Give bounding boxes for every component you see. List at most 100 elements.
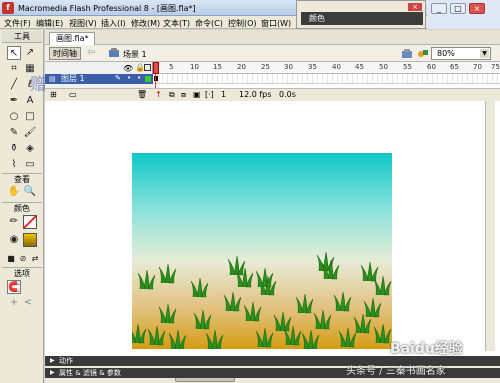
rectangle-tool-icon[interactable]: □ — [23, 110, 37, 124]
menu-modify[interactable]: 修改(M) — [131, 18, 160, 29]
onion-skin-icon[interactable]: ⧉ — [169, 90, 175, 100]
grass-tuft — [158, 263, 177, 284]
tab-drawing-fla[interactable]: 画图.fla* — [49, 32, 96, 45]
menu-view[interactable]: 视图(V) — [69, 18, 97, 29]
lock-dot-icon[interactable]: • — [137, 74, 141, 82]
properties-panel-title: 属性 & 滤镜 & 参数 — [59, 369, 121, 377]
timeline-toggle-button[interactable]: 时间轴 — [49, 47, 81, 60]
timeline-panel: 👁 🔒 ▤ 图层 1 ✎ • • 5 10 15 20 25 30 35 40 … — [45, 62, 500, 100]
zoom-tool-icon[interactable]: 🔍 — [23, 185, 37, 199]
document-area: 画图.fla* 时间轴 ⇦ 场景 1 80% ▼ 👁 🔒 ▤ 图层 1 ✎ • … — [45, 30, 500, 383]
tick-label: 60 — [427, 63, 436, 71]
frame-rate: 12.0 fps — [239, 90, 272, 99]
straighten-icon[interactable]: < — [21, 296, 35, 310]
stroke-color-icon[interactable]: ✏ — [7, 215, 21, 229]
center-frame-icon[interactable]: ↑ — [155, 90, 162, 99]
back-arrow-icon[interactable]: ⇦ — [87, 47, 95, 58]
vertical-scrollbar[interactable] — [485, 101, 495, 351]
menu-window[interactable]: 窗口(W) — [261, 18, 291, 29]
pencil-tool-icon[interactable]: ✎ — [7, 126, 21, 140]
paint-bucket-tool-icon[interactable]: ◈ — [23, 142, 37, 156]
colors-section-label: 颜色 — [2, 202, 42, 213]
actions-panel-title: 动作 — [59, 357, 73, 365]
color-panel: × 颜色 — [296, 0, 426, 29]
ink-bottle-tool-icon[interactable]: ⚱ — [7, 142, 21, 156]
fill-color-icon[interactable]: ◉ — [7, 233, 21, 247]
expand-arrow-icon: ▶ — [50, 369, 55, 376]
menu-text[interactable]: 文本(T) — [163, 18, 190, 29]
free-transform-tool-icon[interactable]: ⌗ — [7, 62, 21, 76]
document-tab-bar: 画图.fla* — [45, 30, 500, 45]
text-tool-icon[interactable]: A — [23, 94, 37, 108]
grass-tuft — [273, 311, 292, 332]
maximize-button[interactable]: □ — [450, 3, 466, 14]
menu-edit[interactable]: 编辑(E) — [36, 18, 63, 29]
line-tool-icon[interactable]: ╱ — [7, 78, 21, 92]
snap-to-objects-icon[interactable]: 🧲 — [7, 280, 21, 294]
onion-outline-icon[interactable]: ⧈ — [181, 90, 186, 100]
zoom-select[interactable]: 80% ▼ — [431, 47, 491, 60]
layer-row[interactable]: ▤ 图层 1 ✎ • • — [45, 74, 153, 84]
color-panel-close-button[interactable]: × — [408, 3, 422, 11]
fill-color-swatch[interactable] — [23, 233, 37, 247]
oval-tool-icon[interactable]: ○ — [7, 110, 21, 124]
selection-tool-icon[interactable]: ↖ — [7, 46, 21, 60]
eraser-tool-icon[interactable]: ▭ — [23, 158, 37, 172]
menu-control[interactable]: 控制(O) — [228, 18, 257, 29]
outline-icon[interactable] — [144, 64, 151, 71]
menu-insert[interactable]: 插入(I) — [101, 18, 126, 29]
visibility-dot-icon[interactable]: • — [127, 74, 131, 82]
add-layer-icon[interactable]: ⊞ — [50, 90, 57, 99]
layer-icon: ▤ — [49, 75, 56, 83]
frames-row[interactable] — [153, 74, 500, 84]
grass-tuft — [360, 261, 379, 282]
swap-colors-icon[interactable]: ⇄ — [28, 252, 42, 266]
edit-bar: 时间轴 ⇦ 场景 1 80% ▼ — [45, 45, 500, 62]
menu-commands[interactable]: 命令(C) — [195, 18, 223, 29]
tick-label: 50 — [379, 63, 388, 71]
stage-area — [45, 101, 500, 357]
grass-tuft — [373, 275, 392, 296]
pencil-icon: ✎ — [115, 74, 121, 82]
grass-tuft — [333, 291, 352, 312]
color-panel-header[interactable]: 颜色 — [301, 12, 423, 25]
grass-tuft — [147, 325, 166, 346]
delete-layer-icon[interactable]: 🗑 — [137, 90, 147, 99]
eye-icon[interactable]: 👁 — [123, 64, 133, 73]
grass-tuft — [255, 327, 274, 348]
hand-tool-icon[interactable]: ✋ — [7, 185, 21, 199]
flash-app-icon: f — [2, 2, 14, 14]
chevron-down-icon: ▼ — [480, 49, 489, 58]
pen-tool-icon[interactable]: ✒ — [7, 94, 21, 108]
tick-label: 35 — [308, 63, 317, 71]
tick-label: 10 — [190, 63, 199, 71]
grass-tuft — [158, 303, 177, 324]
color-panel-title: 颜色 — [309, 14, 325, 23]
edit-multiple-frames-icon[interactable]: ▣ — [193, 90, 201, 99]
subselection-tool-icon[interactable]: ↗ — [23, 46, 37, 60]
close-button[interactable]: × — [469, 3, 485, 14]
minimize-button[interactable]: _ — [431, 3, 447, 14]
menu-file[interactable]: 文件(F) — [4, 18, 31, 29]
grass-tuft — [313, 309, 332, 330]
author-watermark: 头条号 / 三秦书画名家 — [346, 366, 446, 377]
grass-tuft — [193, 309, 212, 330]
brush-tool-icon[interactable]: 🖌 — [23, 126, 37, 140]
grass-tuft — [295, 293, 314, 314]
timeline-ruler[interactable]: 5 10 15 20 25 30 35 40 45 50 55 60 65 70… — [153, 62, 500, 74]
grass-tuft — [363, 297, 382, 318]
grass-tuft — [301, 329, 320, 349]
edit-scene-icon[interactable] — [401, 48, 413, 59]
smooth-icon[interactable]: + — [7, 296, 21, 310]
edit-symbol-icon[interactable] — [417, 48, 429, 59]
scene-label: 场景 1 — [123, 50, 147, 59]
eyedropper-tool-icon[interactable]: ⌇ — [7, 158, 21, 172]
stage-canvas[interactable] — [132, 153, 392, 349]
modify-markers-icon[interactable]: [·] — [205, 90, 214, 99]
stroke-color-swatch[interactable] — [23, 215, 37, 229]
add-folder-icon[interactable]: ▭ — [69, 90, 77, 99]
expand-arrow-icon: ▶ — [50, 357, 55, 364]
layer-name: 图层 1 — [61, 74, 85, 83]
layer-color-swatch[interactable] — [145, 76, 151, 82]
baidu-watermark: Baidu经验 — [390, 341, 463, 357]
